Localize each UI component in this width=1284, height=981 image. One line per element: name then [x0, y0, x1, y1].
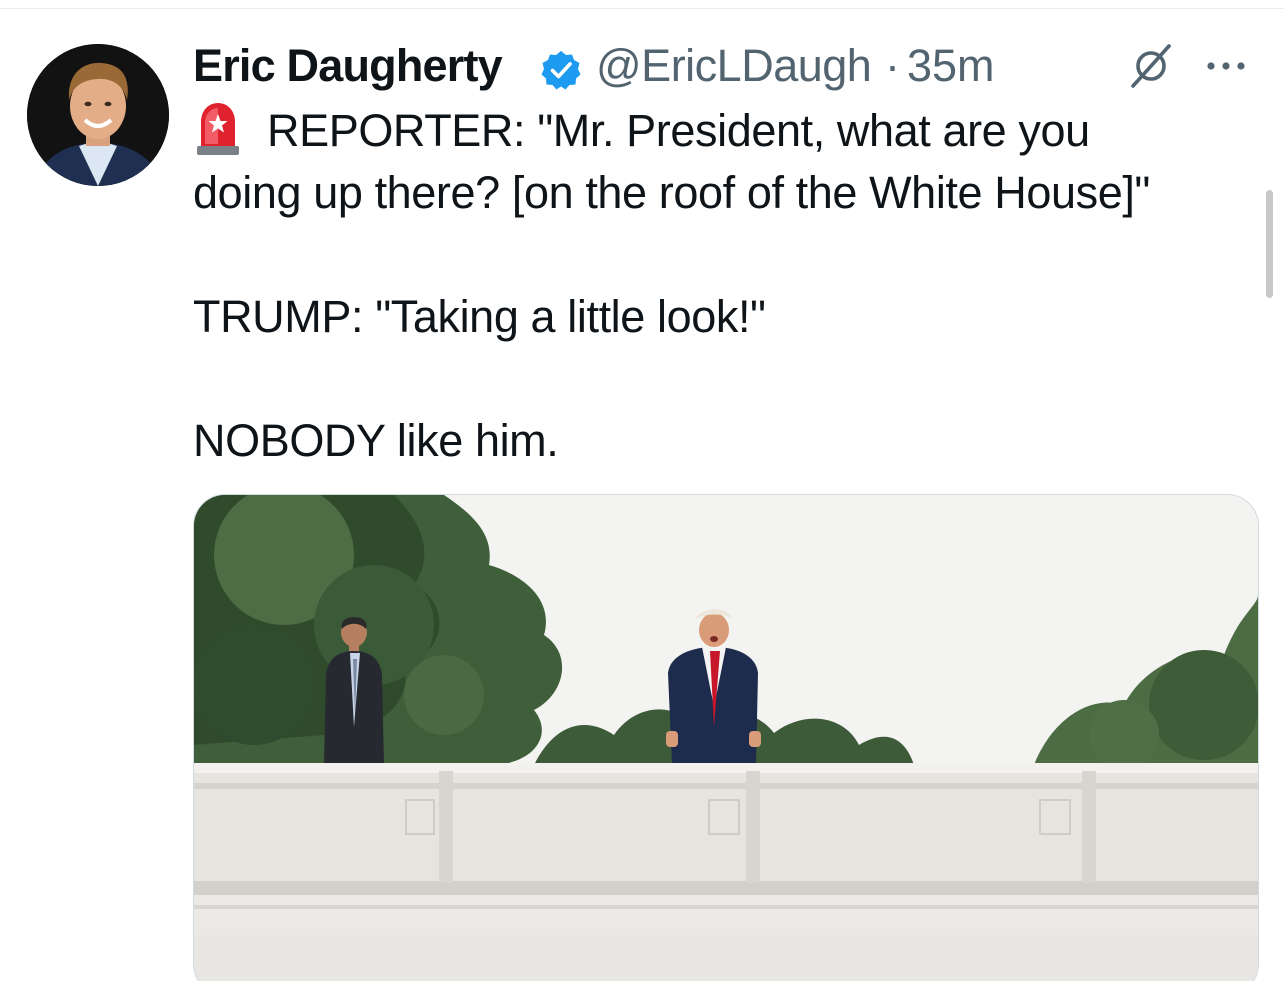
media-image — [194, 495, 1258, 981]
avatar-portrait — [27, 44, 169, 186]
avatar[interactable] — [27, 44, 169, 186]
tweet-header: Eric Daugherty @EricLDaugh · 35m — [193, 36, 1273, 96]
tweet-timestamp[interactable]: 35m — [907, 40, 995, 92]
tweet-screen: Eric Daugherty @EricLDaugh · 35m REPORTE… — [0, 0, 1284, 981]
scrollbar[interactable] — [1266, 190, 1273, 298]
tweet-text-line-3: TRUMP: "Taking a little look!" — [193, 291, 766, 342]
tweet-media[interactable] — [193, 494, 1259, 981]
header-separator: · — [885, 40, 900, 91]
tweet-text-line-4: NOBODY like him. — [193, 415, 559, 466]
tweet-text-line-1: REPORTER: "Mr. President, what are you — [193, 100, 1263, 162]
tweet-text-line-2: doing up there? [on the roof of the Whit… — [193, 167, 1150, 218]
tweet-text-line-1-text: REPORTER: "Mr. President, what are you — [267, 105, 1090, 156]
more-icon[interactable] — [1201, 56, 1251, 76]
author-handle[interactable]: @EricLDaugh — [596, 40, 872, 92]
tweet-text: REPORTER: "Mr. President, what are you d… — [193, 100, 1263, 472]
top-divider — [0, 8, 1284, 9]
grok-icon[interactable] — [1127, 42, 1175, 90]
verified-badge-icon — [541, 51, 581, 90]
author-name[interactable]: Eric Daugherty — [193, 40, 503, 92]
siren-icon — [197, 103, 239, 155]
